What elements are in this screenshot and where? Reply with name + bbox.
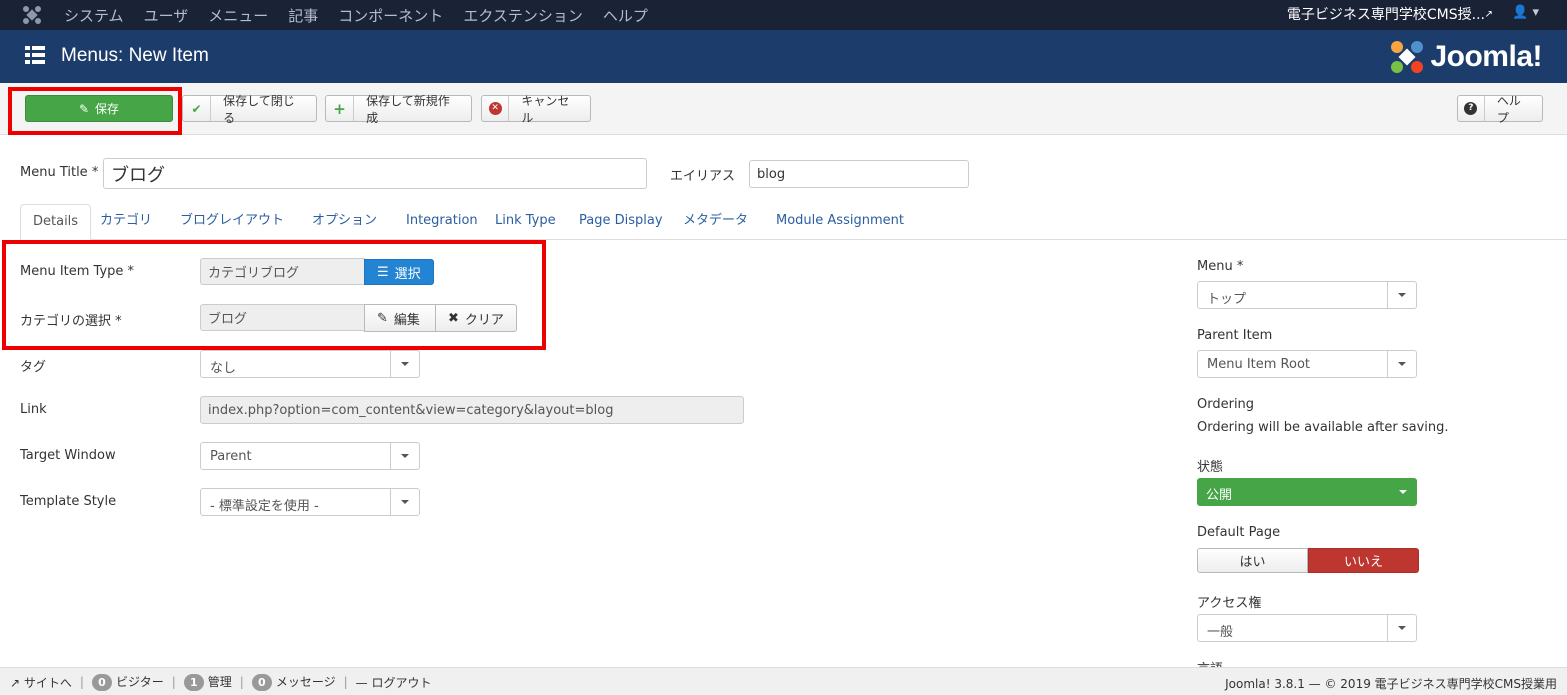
menu-content[interactable]: 記事	[288, 5, 318, 26]
tab-metadata[interactable]: メタデータ	[683, 204, 748, 240]
menu-select[interactable]: トップ	[1197, 281, 1417, 309]
target-window-select[interactable]: Parent	[200, 442, 420, 470]
ordering-label: Ordering	[1197, 397, 1255, 412]
tab-page-display[interactable]: Page Display	[579, 204, 663, 240]
visitors-count-badge: 0	[91, 674, 112, 691]
ordering-note: Ordering will be available after saving.	[1197, 420, 1449, 435]
menu-label: Menu *	[1197, 259, 1244, 274]
chevron-down-icon	[390, 489, 419, 515]
default-no-option[interactable]: いいえ	[1308, 548, 1419, 573]
highlight-menu-type	[2, 240, 546, 350]
tab-blog-layout[interactable]: ブログレイアウト	[180, 204, 284, 240]
messages-count-badge: 0	[251, 674, 272, 691]
menu-components[interactable]: コンポーネント	[338, 5, 443, 26]
page-title: Menus: New Item	[61, 45, 209, 66]
tab-link-type[interactable]: Link Type	[495, 204, 556, 240]
question-icon: ?	[1458, 96, 1485, 121]
admin-count-badge: 1	[183, 674, 204, 691]
chevron-down-icon	[390, 351, 419, 377]
menu-users[interactable]: ユーザ	[144, 5, 189, 26]
status-label: 状態	[1197, 460, 1224, 475]
cancel-button[interactable]: ✕ キャンセル	[481, 94, 591, 125]
site-name-link[interactable]: 電子ビジネス専門学校CMS授...	[1287, 0, 1485, 30]
menu-extensions[interactable]: エクステンション	[463, 5, 583, 26]
admin-top-nav: システム ユーザ メニュー 記事 コンポーネント エクステンション ヘルプ 電子…	[0, 0, 1567, 30]
access-select[interactable]: 一般	[1197, 614, 1417, 642]
joomla-brand: Joomla!	[1390, 40, 1542, 74]
logout-link[interactable]: — ログアウト	[356, 674, 432, 691]
tab-bar: Details カテゴリ ブログレイアウト オプション Integration …	[20, 204, 1567, 240]
top-menu: システム ユーザ メニュー 記事 コンポーネント エクステンション ヘルプ	[64, 0, 648, 30]
save-new-button[interactable]: + 保存して新規作成	[325, 94, 472, 125]
link-field: index.php?option=com_content&view=catego…	[200, 396, 744, 424]
help-button[interactable]: ? ヘルプ	[1457, 94, 1543, 125]
admin-link[interactable]: 1 管理	[183, 673, 232, 691]
alias-label: エイリアス	[670, 169, 736, 184]
alias-input[interactable]: blog	[749, 160, 969, 188]
tab-details[interactable]: Details	[20, 204, 92, 240]
link-label: Link	[20, 402, 47, 417]
parent-item-select[interactable]: Menu Item Root	[1197, 350, 1417, 378]
chevron-down-icon	[1387, 351, 1416, 377]
tab-options[interactable]: オプション	[312, 204, 377, 240]
tab-integration[interactable]: Integration	[406, 204, 478, 240]
external-link-icon: ↗	[10, 675, 21, 690]
chevron-down-icon	[390, 443, 419, 469]
menu-title-label: Menu Title *	[20, 165, 99, 180]
tab-category[interactable]: カテゴリ	[100, 204, 152, 240]
menu-menus[interactable]: メニュー	[208, 5, 268, 26]
messages-link[interactable]: 0 メッセージ	[251, 673, 336, 691]
visitors-link[interactable]: 0 ビジター	[91, 673, 164, 691]
tab-module-assignment[interactable]: Module Assignment	[776, 204, 904, 240]
view-site-link[interactable]: ↗ サイトへ	[10, 674, 72, 691]
check-icon: ✔	[183, 96, 212, 121]
chevron-down-icon	[1399, 490, 1407, 494]
cancel-icon: ✕	[482, 96, 510, 121]
page-header: Menus: New Item Joomla!	[0, 30, 1567, 83]
default-page-toggle: はい いいえ	[1197, 548, 1419, 573]
template-style-select[interactable]: - 標準設定を使用 -	[200, 488, 420, 516]
highlight-save	[8, 87, 182, 135]
default-page-label: Default Page	[1197, 525, 1281, 540]
tag-label: タグ	[20, 360, 47, 375]
menu-help[interactable]: ヘルプ	[603, 5, 648, 26]
minus-icon: —	[355, 675, 368, 690]
target-window-label: Target Window	[20, 448, 116, 463]
joomla-menu-icon[interactable]	[22, 5, 42, 25]
toolbar: ✎ 保存 ✔ 保存して閉じる + 保存して新規作成 ✕ キャンセル ? ヘルプ	[0, 83, 1567, 135]
list-icon	[25, 46, 45, 64]
save-close-button[interactable]: ✔ 保存して閉じる	[182, 94, 317, 125]
menu-system[interactable]: システム	[64, 5, 124, 26]
access-label: アクセス権	[1197, 596, 1262, 611]
language-label: 言語	[1197, 658, 1223, 667]
copyright-text: Joomla! 3.8.1 — © 2019 電子ビジネス専門学校CMS授業用	[1225, 677, 1557, 691]
chevron-down-icon	[1387, 615, 1416, 641]
plus-icon: +	[326, 96, 355, 121]
user-menu-icon[interactable]: 👤 ▾	[1512, 5, 1539, 20]
default-yes-option[interactable]: はい	[1197, 548, 1308, 573]
external-link-icon: ↗	[1484, 9, 1493, 20]
menu-title-input[interactable]: ブログ	[103, 158, 647, 189]
status-select[interactable]: 公開	[1197, 478, 1417, 506]
chevron-down-icon	[1387, 282, 1416, 308]
tag-select[interactable]: なし	[200, 350, 420, 378]
status-footer: ↗ サイトへ | 0 ビジター | 1 管理 | 0 メッセージ | — ログアウト …	[0, 667, 1567, 695]
parent-item-label: Parent Item	[1197, 328, 1273, 343]
template-style-label: Template Style	[20, 494, 117, 509]
joomla-logo-icon	[1391, 41, 1424, 73]
brand-name: Joomla!	[1430, 40, 1542, 73]
